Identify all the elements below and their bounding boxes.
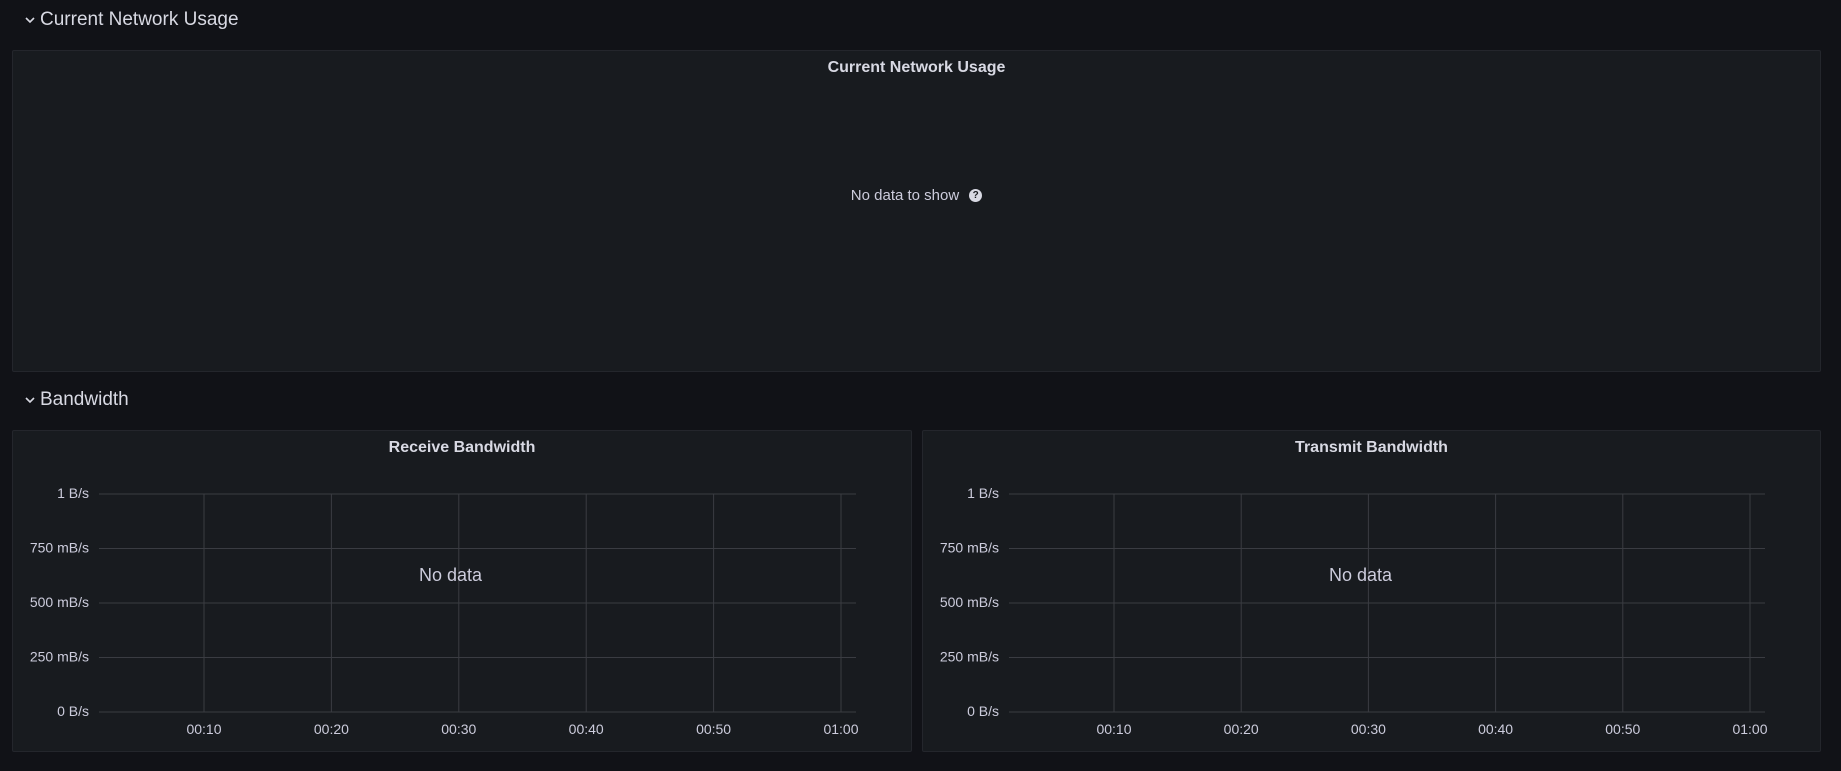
x-tick-label: 00:30 — [1351, 721, 1386, 737]
y-tick-label: 500 mB/s — [30, 594, 89, 610]
x-tick-label: 00:50 — [696, 721, 731, 737]
y-tick-label: 750 mB/s — [30, 540, 89, 556]
x-tick-label: 01:00 — [1732, 721, 1767, 737]
y-tick-label: 250 mB/s — [940, 649, 999, 665]
row-header-current-network-usage[interactable]: Current Network Usage — [24, 7, 239, 33]
chevron-down-icon — [24, 14, 36, 26]
panel-current-network-usage: Current Network Usage No data to show ? — [12, 50, 1821, 372]
panel-receive-bandwidth: Receive Bandwidth 0 B/s 250 mB/s 500 mB/s 7… — [12, 430, 912, 752]
y-tick-label: 0 B/s — [57, 703, 89, 719]
y-tick-label: 750 mB/s — [940, 540, 999, 556]
row-header-bandwidth[interactable]: Bandwidth — [24, 387, 129, 413]
y-tick-label: 0 B/s — [967, 703, 999, 719]
y-tick-label: 1 B/s — [967, 485, 999, 501]
no-data-message: No data to show ? — [13, 187, 1820, 204]
y-tick-label: 250 mB/s — [30, 649, 89, 665]
x-tick-label: 00:30 — [441, 721, 476, 737]
y-tick-label: 500 mB/s — [940, 594, 999, 610]
panel-transmit-bandwidth: Transmit Bandwidth 0 B/s 250 mB/s 500 mB/s… — [922, 430, 1821, 752]
question-circle-icon[interactable]: ? — [969, 189, 983, 202]
x-tick-label: 00:10 — [186, 721, 221, 737]
transmit-bandwidth-graph[interactable]: 0 B/s 250 mB/s 500 mB/s 750 mB/s 1 B/s 00:10 0… — [923, 431, 1820, 751]
x-tick-label: 00:40 — [1478, 721, 1513, 737]
no-data-text: No data — [419, 565, 483, 585]
no-data-text: No data — [1329, 565, 1393, 585]
x-tick-label: 00:40 — [569, 721, 604, 737]
x-tick-label: 01:00 — [823, 721, 858, 737]
row-title: Bandwidth — [40, 389, 129, 410]
x-tick-label: 00:20 — [1224, 721, 1259, 737]
receive-bandwidth-graph[interactable]: 0 B/s 250 mB/s 500 mB/s 750 mB/s 1 B/s 00:10 0… — [13, 431, 911, 751]
row-title: Current Network Usage — [40, 9, 239, 30]
x-tick-label: 00:50 — [1605, 721, 1640, 737]
y-tick-label: 1 B/s — [57, 485, 89, 501]
chevron-down-icon — [24, 394, 36, 406]
x-tick-label: 00:20 — [314, 721, 349, 737]
panel-title[interactable]: Current Network Usage — [13, 59, 1820, 77]
x-tick-label: 00:10 — [1096, 721, 1131, 737]
no-data-text: No data to show — [850, 187, 960, 204]
